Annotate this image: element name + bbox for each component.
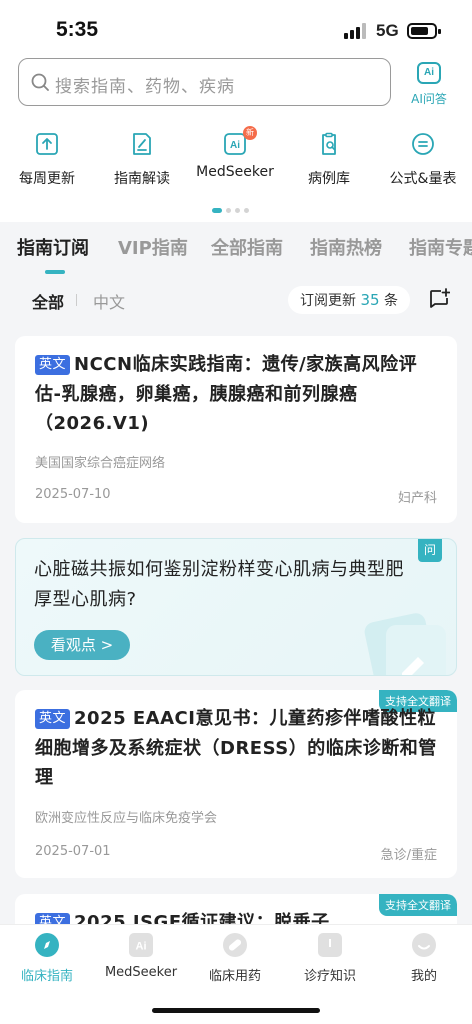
note-pen-icon [364,613,446,675]
subscription-updates-pill[interactable]: 订阅更新 35 条 [288,286,410,314]
pill-icon [223,933,247,957]
quick-nav: 每周更新 指南解读 Ai 新 MedSeeker 病例库 公式&量表 [0,126,472,190]
add-subscription-icon[interactable] [428,288,450,310]
svg-text:Ai: Ai [136,941,147,953]
equals-icon [412,133,434,155]
header: 搜索指南、药物、疾病 Ai AI问答 每周更新 指南解读 Ai 新 MedSee… [0,56,472,222]
subscription-count: 35 [360,291,380,309]
nav-medseeker[interactable]: Ai MedSeeker [96,933,186,980]
ai-icon: Ai 新 [223,126,257,156]
quick-nav-label: 指南解读 [114,171,170,187]
search-placeholder: 搜索指南、药物、疾病 [55,77,235,97]
document-pen-icon [133,133,151,155]
guide-department: 妇产科 [397,491,437,506]
user-icon [412,933,436,957]
nav-label: 临床用药 [208,969,261,984]
status-bar: 5:35 5G [0,0,472,56]
nav-label: 诊疗知识 [303,969,356,984]
guide-title: 英文 2025 EAACI意见书：儿童药疹伴嗜酸性粒细胞增多及系统症状（DRESS… [35,704,439,793]
quick-nav-weekly-update[interactable]: 每周更新 [2,130,92,188]
ai-ask-button[interactable]: Ai AI问答 [403,60,455,110]
search-icon [31,73,49,91]
quick-nav-formula-scale[interactable]: 公式&量表 [378,130,468,188]
ai-ask-label: AI问答 [411,92,447,106]
quick-nav-case-library[interactable]: 病例库 [284,130,374,188]
guide-title-text: NCCN临床实践指南：遗传/家族高风险评估-乳腺癌，卵巢癌，胰腺癌和前列腺癌（2… [35,354,418,434]
filter-chinese[interactable]: 中文 [93,289,125,313]
quick-nav-label: 每周更新 [19,171,75,187]
tab-all[interactable]: 全部指南 [211,234,283,260]
tab-hot[interactable]: 指南热榜 [310,234,382,260]
tab-vip[interactable]: VIP指南 [118,234,188,260]
page-indicator [212,208,253,214]
status-time: 5:35 [56,18,99,41]
language-tag: 英文 [35,709,71,729]
filter-row: 全部 中文 订阅更新 35 条 [0,286,472,316]
language-tag: 英文 [35,355,71,375]
signal-icon [344,23,366,39]
nav-clinical-guides[interactable]: 临床指南 [2,933,92,984]
battery-icon [407,23,441,39]
ai-icon: Ai [129,933,153,957]
quick-nav-guide-interpretation[interactable]: 指南解读 [97,130,187,188]
question-badge: 问 [418,539,442,562]
guide-title-text: 2025 EAACI意见书：儿童药疹伴嗜酸性粒细胞增多及系统症状（DRESS）的… [35,708,437,788]
qa-question: 心脏磁共振如何鉴别淀粉样变心肌病与典型肥厚型心肌病? [34,559,404,610]
quick-nav-label: 病例库 [308,171,350,187]
book-icon [318,933,342,957]
guide-source: 美国国家综合癌症网络 [35,456,166,471]
tab-topics[interactable]: 指南专题 [409,234,472,260]
nav-label: MedSeeker [104,965,178,980]
guide-department: 急诊/重症 [380,848,437,863]
upload-icon [36,133,58,155]
tab-subscribed[interactable]: 指南订阅 [17,234,89,260]
guide-date: 2025-07-10 [35,487,111,502]
clipboard-search-icon [322,132,336,155]
guide-source: 欧洲变应性反应与临床免疫学会 [35,811,218,826]
search-input[interactable]: 搜索指南、药物、疾病 [18,58,391,106]
compass-icon [35,933,59,957]
view-opinions-button[interactable]: 看观点 > [34,630,130,660]
home-indicator [152,1008,320,1013]
quick-nav-label: 公式&量表 [389,171,457,187]
nav-diagnosis-knowledge[interactable]: 诊疗知识 [285,933,375,984]
nav-label: 临床指南 [20,969,73,984]
guide-card[interactable]: 支持全文翻译 英文 2025 EAACI意见书：儿童药疹伴嗜酸性粒细胞增多及系统症… [15,690,457,878]
subscription-prefix: 订阅更新 [300,293,356,309]
quick-nav-medseeker[interactable]: Ai 新 MedSeeker [190,126,280,180]
guide-card[interactable]: 英文 NCCN临床实践指南：遗传/家族高风险评估-乳腺癌，卵巢癌，胰腺癌和前列腺癌… [15,336,457,523]
nav-clinical-drugs[interactable]: 临床用药 [190,933,280,984]
ai-icon: Ai [417,62,441,84]
qa-card[interactable]: 问 心脏磁共振如何鉴别淀粉样变心肌病与典型肥厚型心肌病? 看观点 > [15,538,457,676]
nav-profile[interactable]: 我的 [379,933,469,984]
nav-label: 我的 [410,969,437,984]
guide-title: 英文 NCCN临床实践指南：遗传/家族高风险评估-乳腺癌，卵巢癌，胰腺癌和前列腺癌… [35,350,439,439]
guide-date: 2025-07-01 [35,844,111,859]
filter-all[interactable]: 全部 [32,289,64,313]
network-type: 5G [376,21,399,40]
subscription-suffix: 条 [384,293,398,309]
tab-indicator [45,270,65,274]
svg-text:Ai: Ai [230,140,240,151]
quick-nav-label: MedSeeker [196,164,274,180]
guide-tabs: 指南订阅 VIP指南 全部指南 指南热榜 指南专题 [0,234,472,278]
new-badge: 新 [243,126,257,140]
divider [76,294,77,306]
